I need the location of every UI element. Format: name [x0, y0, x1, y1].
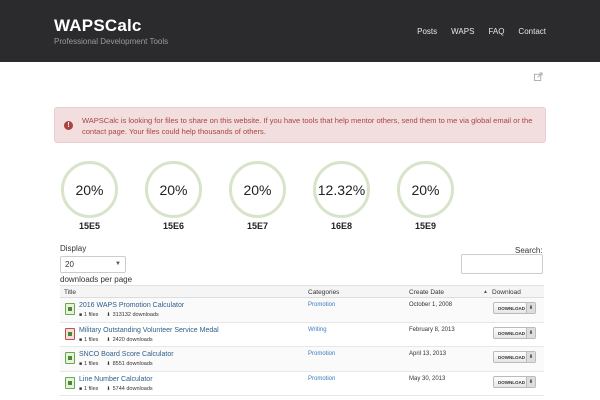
download-button-label: DOWNLOAD — [498, 330, 525, 336]
download-icon: ⬇ — [106, 385, 111, 392]
category-link[interactable]: Promotion — [308, 351, 335, 357]
stat-15e9: 20% 15E9 — [397, 161, 454, 231]
stat-15e6: 20% 15E6 — [145, 161, 202, 231]
nav-waps[interactable]: WAPS — [451, 27, 474, 36]
download-button[interactable]: DOWNLOAD ⬇ — [493, 302, 536, 314]
create-date: October 1, 2008 — [409, 302, 453, 308]
site-header: WAPSCalc Professional Development Tools … — [0, 0, 600, 62]
th-download[interactable]: Download — [492, 289, 521, 296]
arrow-down-icon: ⬇ — [526, 376, 535, 387]
file-meta: ■ 1 files ⬇ 8551 downloads — [79, 361, 153, 367]
share-icon[interactable] — [534, 72, 543, 81]
folder-icon: ■ — [79, 312, 83, 318]
arrow-down-icon: ⬇ — [526, 327, 535, 338]
create-date: February 8, 2013 — [409, 326, 455, 333]
file-meta: ■ 1 files ⬇ 5744 downloads — [79, 386, 153, 392]
notice-alert: ! WAPSCalc is looking for files to share… — [54, 107, 546, 143]
main-nav: Posts WAPS FAQ Contact — [417, 27, 546, 36]
file-title-link[interactable]: Line Number Calculator — [79, 376, 153, 383]
table-row: 2016 WAPS Promotion Calculator ■ 1 files … — [60, 298, 544, 323]
sort-asc-icon[interactable]: ▲ — [483, 289, 488, 295]
stat-ring: 20% — [61, 161, 118, 218]
download-count: ⬇ 2420 downloads — [106, 336, 153, 343]
nav-posts[interactable]: Posts — [417, 27, 437, 36]
chevron-down-icon: ▼ — [115, 261, 121, 267]
download-count: ⬇ 5744 downloads — [106, 385, 153, 392]
download-button-label: DOWNLOAD — [498, 355, 525, 360]
table-row: Line Number Calculator ■ 1 files ⬇ 5744 do… — [60, 371, 544, 396]
download-icon: ⬇ — [106, 312, 111, 318]
file-title-link[interactable]: 2016 WAPS Promotion Calculator — [79, 302, 184, 309]
file-title-link[interactable]: Military Outstanding Volunteer Service M… — [79, 327, 219, 334]
download-icon: ⬇ — [106, 336, 111, 343]
download-button-label: DOWNLOAD — [498, 379, 525, 385]
spreadsheet-file-icon — [65, 303, 75, 315]
th-create-date[interactable]: Create Date — [409, 289, 444, 296]
category-link[interactable]: Promotion — [308, 376, 335, 382]
folder-icon: ■ — [79, 336, 83, 343]
display-label: Display — [60, 244, 87, 253]
create-date: April 13, 2013 — [409, 351, 447, 357]
page-size-select[interactable]: 20 ▼ — [60, 256, 126, 273]
brand[interactable]: WAPSCalc Professional Development Tools — [54, 16, 168, 47]
file-title-link[interactable]: SNCO Board Score Calculator — [79, 351, 174, 358]
stat-label: 15E7 — [246, 221, 269, 231]
stat-label: 15E9 — [414, 221, 437, 231]
th-categories[interactable]: Categories — [308, 289, 339, 296]
stat-ring: 12.32% — [313, 161, 370, 218]
stat-ring: 20% — [229, 161, 286, 218]
file-meta: ■ 1 files ⬇ 2420 downloads — [79, 337, 153, 343]
download-count: ⬇ 8551 downloads — [106, 361, 153, 367]
create-date: May 30, 2013 — [409, 375, 446, 382]
th-title[interactable]: Title — [64, 289, 76, 296]
download-button[interactable]: DOWNLOAD ⬇ — [493, 375, 536, 388]
per-page-label: downloads per page — [60, 275, 133, 284]
alert-icon: ! — [64, 121, 73, 130]
download-button-label: DOWNLOAD — [498, 306, 525, 311]
table-row: Military Outstanding Volunteer Service M… — [60, 322, 544, 347]
stat-ring: 20% — [397, 161, 454, 218]
document-file-icon — [65, 327, 75, 340]
file-count: ■ 1 files — [79, 312, 99, 318]
download-button[interactable]: DOWNLOAD ⬇ — [493, 351, 536, 363]
stat-15e7: 20% 15E7 — [229, 161, 286, 231]
category-link[interactable]: Promotion — [308, 302, 335, 308]
downloads-table: Title Categories Create Date ▲ Download … — [60, 285, 544, 396]
spreadsheet-file-icon — [65, 352, 75, 364]
table-row: SNCO Board Score Calculator ■ 1 files ⬇ 85… — [60, 347, 544, 372]
file-meta: ■ 1 files ⬇ 313132 downloads — [79, 312, 159, 318]
stat-16e8: 12.32% 16E8 — [313, 161, 370, 231]
stat-label: 16E8 — [330, 221, 353, 231]
nav-contact[interactable]: Contact — [518, 27, 546, 36]
page-size-value: 20 — [65, 260, 74, 269]
folder-icon: ■ — [79, 385, 83, 392]
stat-label: 15E6 — [162, 221, 185, 231]
download-icon: ⬇ — [106, 361, 111, 367]
spreadsheet-file-icon — [65, 376, 75, 389]
arrow-down-icon: ⬇ — [526, 352, 535, 362]
site-tagline: Professional Development Tools — [54, 37, 169, 46]
folder-icon: ■ — [79, 361, 83, 367]
category-link[interactable]: Writing — [308, 327, 327, 333]
search-input[interactable] — [461, 254, 543, 274]
download-button[interactable]: DOWNLOAD ⬇ — [493, 326, 536, 339]
site-title[interactable]: WAPSCalc — [54, 16, 168, 36]
file-count: ■ 1 files — [79, 385, 99, 392]
stat-15e5: 20% 15E5 — [61, 161, 118, 231]
file-count: ■ 1 files — [79, 361, 99, 367]
stat-ring: 20% — [145, 161, 202, 218]
table-header: Title Categories Create Date ▲ Download — [60, 285, 544, 298]
stat-label: 15E5 — [78, 221, 101, 231]
download-count: ⬇ 313132 downloads — [106, 312, 159, 318]
file-count: ■ 1 files — [79, 336, 99, 343]
nav-faq[interactable]: FAQ — [488, 27, 504, 36]
alert-text: WAPSCalc is looking for files to share o… — [82, 116, 533, 136]
arrow-down-icon: ⬇ — [526, 303, 535, 313]
